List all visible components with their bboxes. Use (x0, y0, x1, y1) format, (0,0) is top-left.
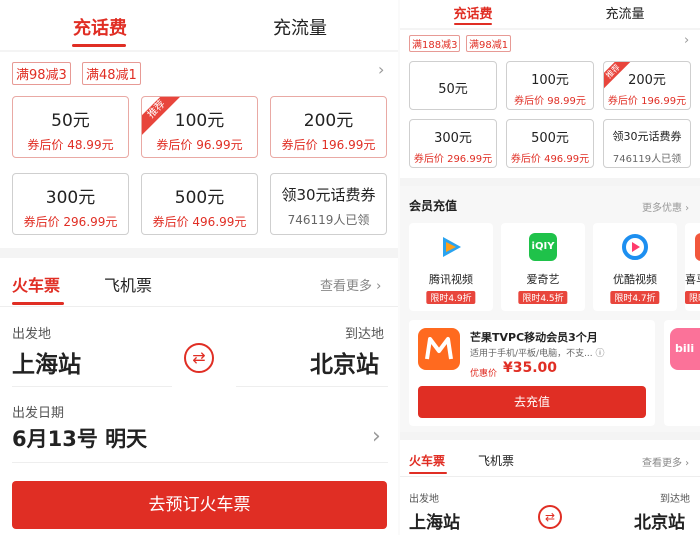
recharge-option-200[interactable]: 200元 券后价 196.99元 (270, 96, 387, 158)
promo-tag: 满188减3 (409, 35, 461, 52)
recharge-option-500[interactable]: 500元 券后价 496.99元 (141, 173, 258, 235)
recharge-option-50[interactable]: 50元 券后价 48.99元 (12, 96, 129, 158)
to-label: 到达地 (660, 494, 690, 505)
tab-underline (454, 23, 492, 25)
vip-app-tencent-video[interactable]: 腾讯视频 限时4.9折 (409, 223, 493, 311)
from-station[interactable]: 上海站 (12, 345, 81, 379)
coupon-claim-card[interactable]: 领30元话费券 746119人已领 (603, 119, 691, 168)
from-station[interactable]: 上海站 (409, 508, 460, 533)
recharge-option-500[interactable]: 500元 券后价 496.99元 (506, 119, 594, 168)
tab-phone-credit[interactable]: 充话费 (50, 14, 150, 40)
promo-tag: 满48减1 (82, 62, 141, 85)
recharge-option-50[interactable]: 50元 (409, 61, 497, 110)
offer-price: ¥35.00 (503, 360, 558, 376)
date-label: 出发日期 (12, 406, 65, 421)
tab-phone-credit[interactable]: 充话费 (438, 3, 508, 22)
chevron-right-icon[interactable]: › (372, 424, 381, 449)
see-more-link[interactable]: 查看更多 › (320, 275, 381, 294)
coupon-claim-card[interactable]: 领30元话费券 746119人已领 (270, 173, 387, 235)
tab-data[interactable]: 充流量 (250, 14, 350, 40)
right-screenshot: 充话费 充流量 满188减3 满98减1 › 50元 100元 券后价 98.9… (400, 0, 700, 535)
divider (0, 306, 398, 307)
discount-badge: 限时4.7折 (610, 291, 660, 304)
price-label: 优惠价 (470, 369, 498, 379)
divider (12, 386, 172, 387)
recharge-button[interactable]: 去充值 (418, 386, 646, 418)
swap-stations-icon[interactable]: ⇄ (184, 343, 214, 373)
recharge-option-100[interactable]: 推荐 100元 券后价 96.99元 (141, 96, 258, 158)
tab-underline (409, 472, 447, 474)
tab-underline (12, 302, 64, 305)
recharge-option-100[interactable]: 100元 券后价 98.99元 (506, 61, 594, 110)
vip-app-youku[interactable]: 优酷视频 限时4.7折 (593, 223, 677, 311)
promo-tag: 满98减1 (466, 35, 512, 52)
bilibili-icon: bili (670, 328, 700, 370)
ximalaya-icon: 听 (695, 233, 700, 261)
from-label: 出发地 (409, 494, 439, 505)
divider (400, 476, 700, 477)
tencent-video-icon (437, 233, 465, 261)
discount-badge: 限时 (685, 291, 700, 304)
vip-app-iqiyi[interactable]: iQIY 爱奇艺 限时4.5折 (501, 223, 585, 311)
more-offers-link[interactable]: 更多优惠 › (642, 199, 689, 214)
youku-icon (621, 233, 649, 261)
recharge-option-300[interactable]: 300元 券后价 296.99元 (409, 119, 497, 168)
iqiyi-icon: iQIY (529, 233, 557, 261)
tab-flight-ticket[interactable]: 飞机票 (104, 272, 152, 296)
divider (236, 386, 388, 387)
tab-train-ticket[interactable]: 火车票 (12, 272, 60, 296)
swap-stations-icon[interactable]: ⇄ (538, 505, 562, 529)
left-screenshot: 充话费 充流量 满98减3 满48减1 › 50元 券后价 48.99元 推荐 … (0, 0, 398, 535)
vip-app-name: 喜马拉雅 (685, 273, 700, 286)
offer-description: 适用于手机/平板/电脑，不支... ⓘ (470, 349, 605, 359)
tab-data[interactable]: 充流量 (590, 3, 660, 22)
tab-flight-ticket[interactable]: 飞机票 (478, 452, 514, 469)
recharge-option-200[interactable]: 推荐 200元 券后价 196.99元 (603, 61, 691, 110)
recharge-option-300[interactable]: 300元 券后价 296.99元 (12, 173, 129, 235)
divider (12, 462, 388, 463)
chevron-right-icon[interactable]: › (378, 60, 384, 79)
vip-app-ximalaya[interactable]: 听 喜马拉雅 限时 (685, 223, 700, 311)
to-station[interactable]: 北京站 (310, 345, 379, 379)
book-train-button[interactable]: 去预订火车票 (12, 481, 387, 529)
tab-train-ticket[interactable]: 火车票 (409, 452, 445, 469)
discount-badge: 限时4.5折 (518, 291, 568, 304)
vip-title: 会员充值 (409, 199, 458, 213)
from-label: 出发地 (12, 327, 52, 342)
to-label: 到达地 (345, 327, 385, 342)
promo-tag: 满98减3 (12, 62, 71, 85)
see-more-link[interactable]: 查看更多 › (642, 454, 689, 469)
tab-underline (72, 44, 126, 47)
to-station[interactable]: 北京站 (634, 508, 685, 533)
mango-tv-icon (418, 328, 460, 370)
offer-title: 芒果TVPC移动会员3个月 (470, 331, 598, 344)
discount-badge: 限时4.9折 (426, 291, 476, 304)
chevron-right-icon[interactable]: › (684, 33, 689, 48)
departure-date[interactable]: 6月13号 明天 (12, 423, 147, 453)
